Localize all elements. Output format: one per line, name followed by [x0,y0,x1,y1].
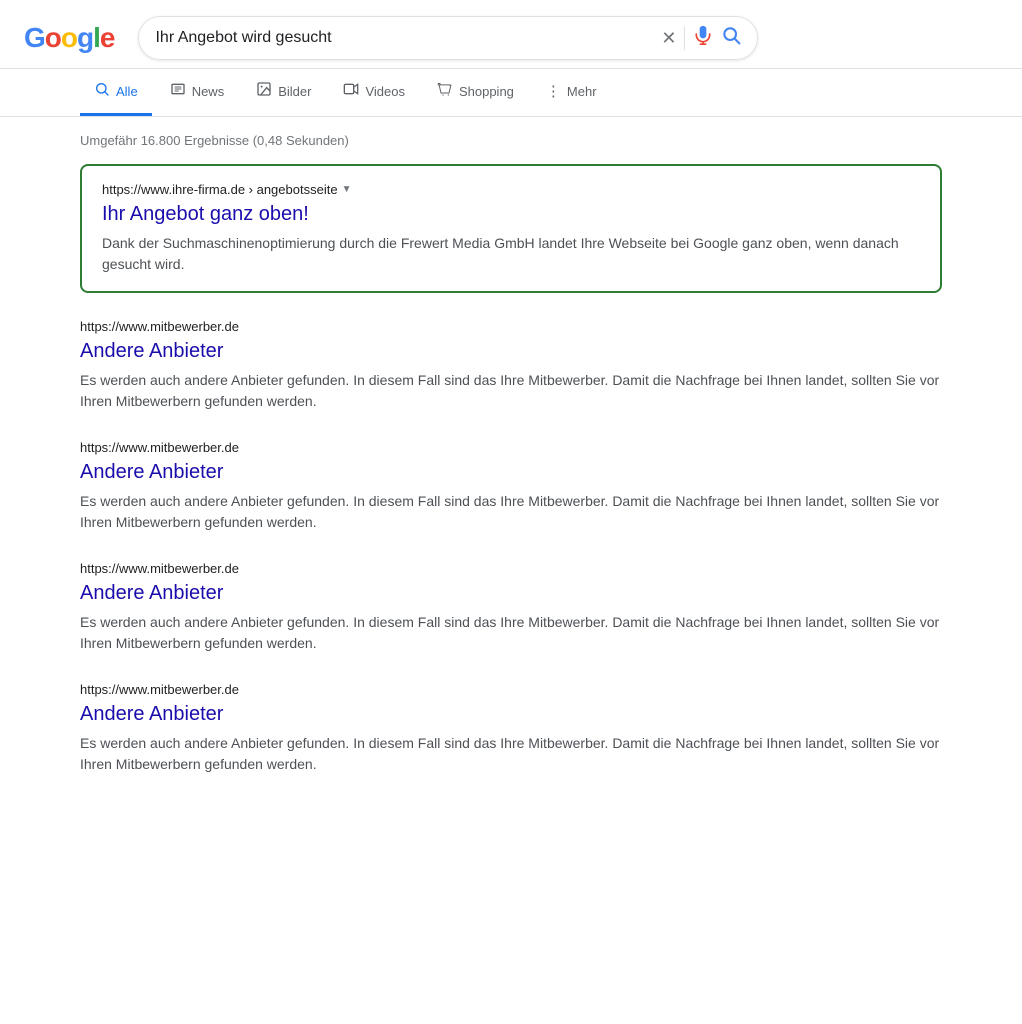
result-title-2[interactable]: Andere Anbieter [80,580,942,606]
news-icon [170,81,186,101]
result-url-2: https://www.mitbewerber.de [80,561,942,576]
result-desc-1: Es werden auch andere Anbieter gefunden.… [80,491,942,533]
shopping-icon [437,81,453,101]
highlighted-result-desc: Dank der Suchmaschinenoptimierung durch … [102,233,920,275]
url-text-0: https://www.mitbewerber.de [80,319,239,334]
result-desc-0: Es werden auch andere Anbieter gefunden.… [80,370,942,412]
url-text-3: https://www.mitbewerber.de [80,682,239,697]
logo-g1: G [24,22,45,54]
result-url-1: https://www.mitbewerber.de [80,440,942,455]
competitor-result: https://www.mitbewerber.de Andere Anbiet… [80,555,942,672]
tab-shopping-label: Shopping [459,84,514,99]
highlighted-result: https://www.ihre-firma.de › angebotsseit… [80,164,942,293]
tab-news-label: News [192,84,225,99]
result-url-3: https://www.mitbewerber.de [80,682,942,697]
result-desc-2: Es werden auch andere Anbieter gefunden.… [80,612,942,654]
tab-bilder[interactable]: Bilder [242,69,325,116]
result-desc-3: Es werden auch andere Anbieter gefunden.… [80,733,942,775]
logo-o1: o [45,22,61,54]
result-title-1[interactable]: Andere Anbieter [80,459,942,485]
search-bar: ✕ [138,16,758,60]
competitor-result: https://www.mitbewerber.de Andere Anbiet… [80,676,942,793]
highlighted-result-url: https://www.ihre-firma.de › angebotsseit… [102,182,920,197]
search-divider [684,26,685,50]
google-logo: Google [24,22,114,54]
tab-alle-label: Alle [116,84,138,99]
url-text-2: https://www.mitbewerber.de [80,561,239,576]
search-submit-icon[interactable] [721,25,741,51]
competitor-result: https://www.mitbewerber.de Andere Anbiet… [80,313,942,430]
result-url-0: https://www.mitbewerber.de [80,319,942,334]
results-count: Umgefähr 16.800 Ergebnisse (0,48 Sekunde… [80,133,942,148]
mehr-dots-icon: ⋮ [546,82,561,100]
competitor-results: https://www.mitbewerber.de Andere Anbiet… [80,313,942,793]
search-input[interactable] [155,29,653,47]
result-title-3[interactable]: Andere Anbieter [80,701,942,727]
tab-videos-label: Videos [365,84,405,99]
microphone-icon[interactable] [693,25,713,51]
highlighted-url-text: https://www.ihre-firma.de › angebotsseit… [102,182,338,197]
bilder-icon [256,81,272,101]
tab-bilder-label: Bilder [278,84,311,99]
logo-e: e [100,22,115,54]
clear-icon[interactable]: ✕ [661,28,676,49]
result-title-0[interactable]: Andere Anbieter [80,338,942,364]
tab-alle[interactable]: Alle [80,69,152,116]
tab-shopping[interactable]: Shopping [423,69,528,116]
tab-videos[interactable]: Videos [329,69,419,116]
videos-icon [343,81,359,101]
url-dropdown-icon[interactable]: ▼ [342,184,352,195]
nav-tabs: Alle News Bilder [0,69,1022,117]
alle-icon [94,81,110,101]
header: Google ✕ [0,0,1022,69]
tab-mehr-label: Mehr [567,84,597,99]
url-text-1: https://www.mitbewerber.de [80,440,239,455]
highlighted-result-title[interactable]: Ihr Angebot ganz oben! [102,201,920,227]
logo-o2: o [61,22,77,54]
tab-news[interactable]: News [156,69,239,116]
logo-l: l [93,22,100,54]
results-area: Umgefähr 16.800 Ergebnisse (0,48 Sekunde… [0,117,1022,793]
competitor-result: https://www.mitbewerber.de Andere Anbiet… [80,434,942,551]
tab-mehr[interactable]: ⋮ Mehr [532,70,611,115]
logo-g2: g [77,22,93,54]
